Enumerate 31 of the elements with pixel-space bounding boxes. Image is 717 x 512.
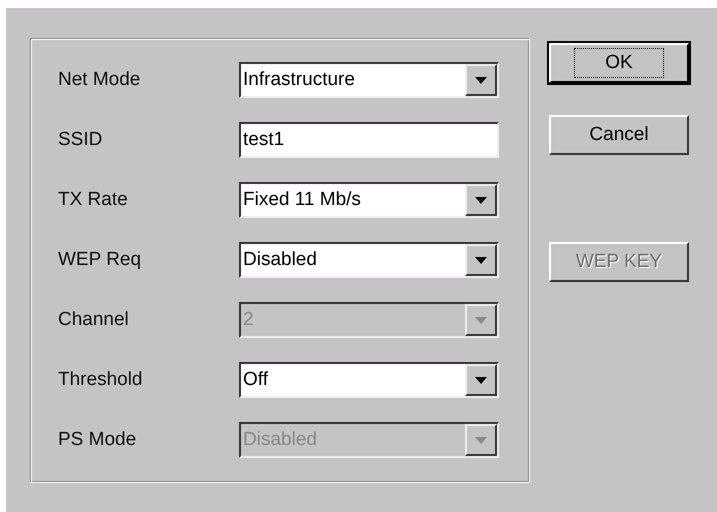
caret-icon [475, 76, 487, 84]
field-value: test1 [242, 128, 286, 152]
caret-icon [475, 256, 487, 264]
field-label: Threshold [58, 368, 144, 392]
dialog-button[interactable]: OK [549, 43, 689, 83]
field-value: Fixed 11 Mb/s [242, 188, 362, 212]
dropdown-button[interactable] [465, 184, 497, 216]
caret-icon [475, 196, 487, 204]
caret-icon [475, 436, 487, 444]
dropdown[interactable]: Off [239, 362, 499, 398]
field-value: 2 [242, 308, 255, 332]
dropdown-button[interactable] [465, 64, 497, 96]
field-value: Disabled [242, 428, 318, 452]
field-value: Disabled [242, 248, 318, 272]
dropdown[interactable]: Disabled [239, 242, 499, 278]
field-value: Infrastructure [242, 68, 356, 92]
field-value: Off [242, 368, 269, 392]
dropdown[interactable]: Fixed 11 Mb/s [239, 182, 499, 218]
dropdown-button[interactable] [465, 244, 497, 276]
field-label: SSID [58, 128, 104, 152]
dropdown[interactable]: Infrastructure [239, 62, 499, 98]
dialog-button[interactable]: Cancel [549, 115, 689, 155]
dropdown-button[interactable] [465, 364, 497, 396]
input-field[interactable]: test1 [239, 122, 499, 158]
caret-icon [475, 316, 487, 324]
field-label: Net Mode [58, 68, 142, 92]
caret-icon [475, 376, 487, 384]
field-label: WEP Req [58, 248, 142, 272]
field-label: PS Mode [58, 428, 138, 452]
field-label: TX Rate [58, 188, 129, 212]
field-label: Channel [58, 308, 130, 332]
